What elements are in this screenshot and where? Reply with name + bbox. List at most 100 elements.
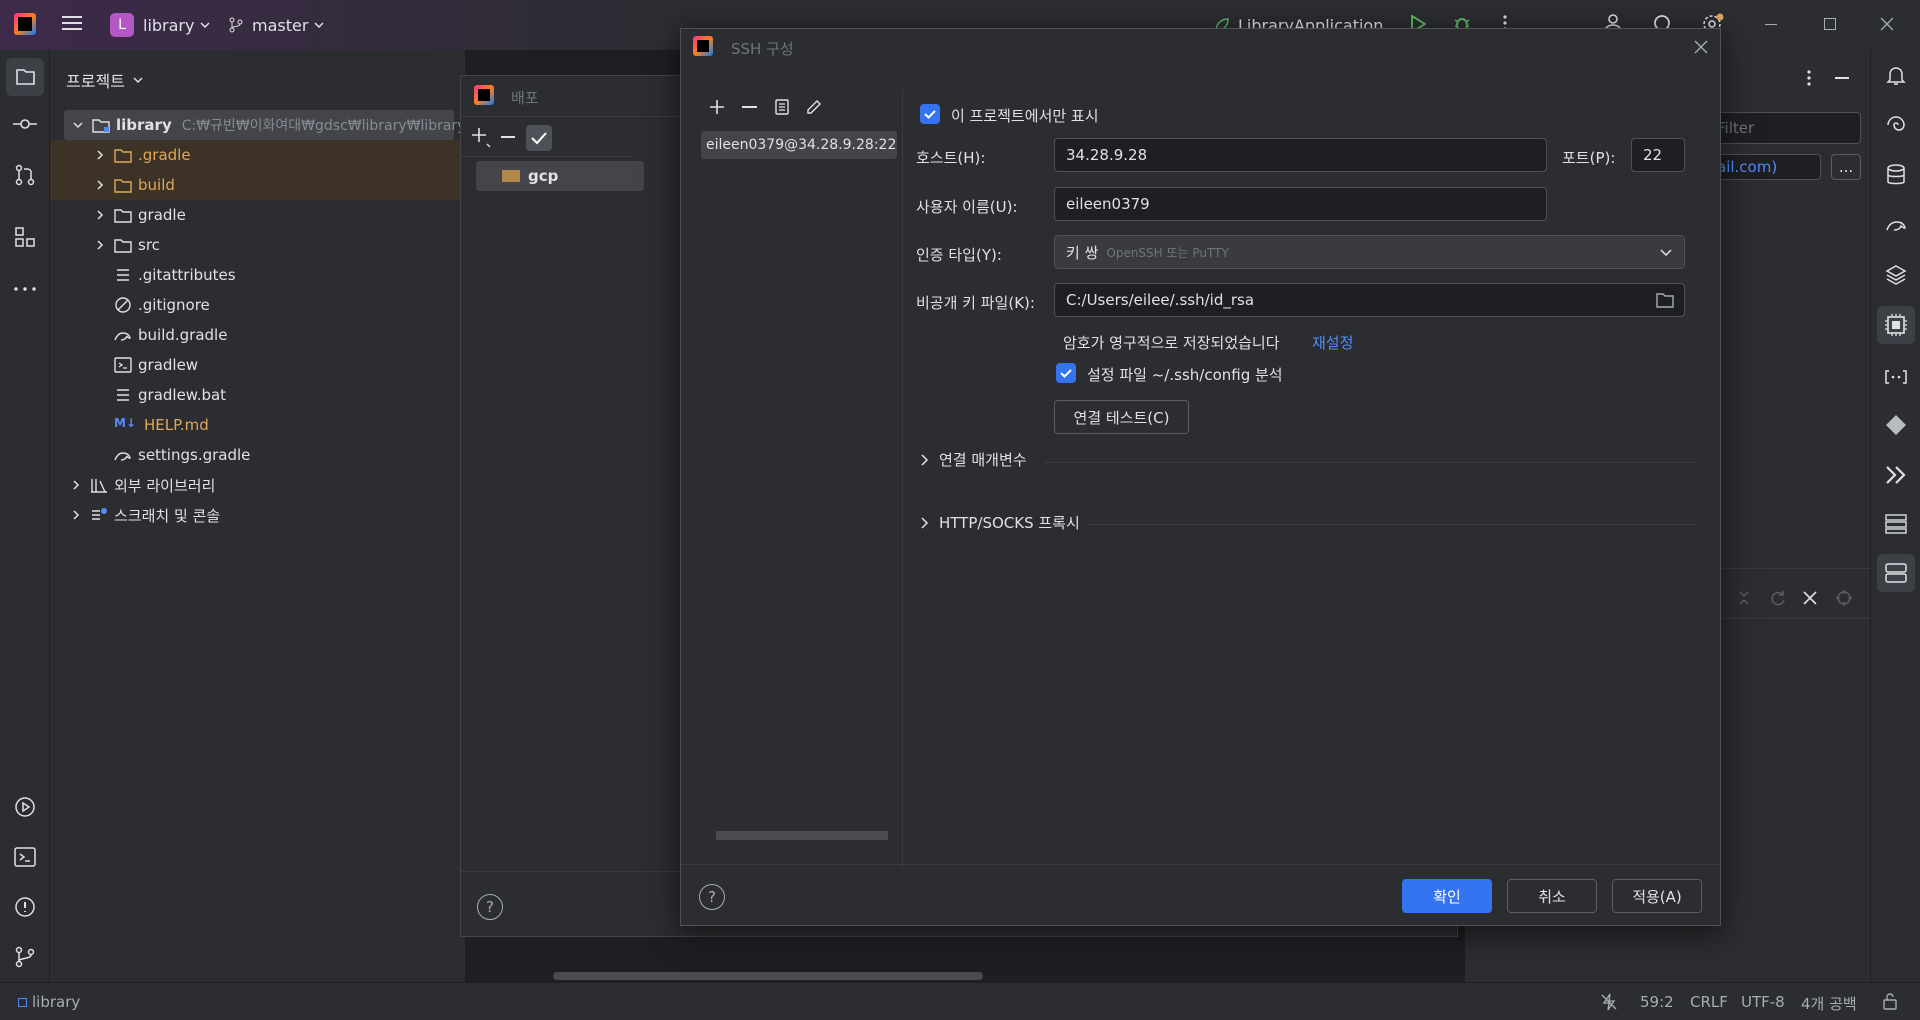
layers-icon[interactable] — [1885, 264, 1907, 286]
more-button[interactable]: ... — [1831, 154, 1861, 180]
chevron-right-icon — [92, 207, 108, 223]
structure-icon[interactable] — [14, 226, 36, 248]
tree-item-gradle-dir[interactable]: .gradle — [50, 140, 465, 170]
tree-item-help-md[interactable]: M↓ HELP.md — [50, 410, 465, 440]
apply-button[interactable]: 적용(A) — [1612, 879, 1702, 913]
connection-params-section[interactable]: 연결 매개변수 — [921, 449, 1027, 470]
database-icon[interactable] — [1886, 164, 1906, 186]
tree-item-gradlew-bat[interactable]: gradlew.bat — [50, 380, 465, 410]
project-panel-header[interactable]: 프로젝트 — [66, 68, 143, 92]
tree-item-gradle[interactable]: gradle — [50, 200, 465, 230]
username-input[interactable]: eileen0379 — [1054, 187, 1547, 221]
terminal-icon[interactable] — [14, 846, 36, 868]
editor-scrollbar[interactable] — [553, 972, 983, 980]
maximize-icon[interactable] — [1824, 18, 1836, 30]
default-check-icon[interactable] — [526, 125, 552, 151]
auth-type-select[interactable]: 키 쌍 OpenSSH 또는 PuTTY — [1054, 235, 1685, 269]
host-input[interactable]: 34.28.9.28 — [1054, 138, 1547, 172]
commit-icon[interactable] — [13, 116, 37, 132]
tree-item-build-gradle[interactable]: build.gradle — [50, 320, 465, 350]
remote-host-icon[interactable] — [1877, 306, 1915, 344]
main-menu-icon[interactable] — [62, 15, 82, 31]
server-item-gcp[interactable]: gcp — [476, 161, 644, 191]
deploy-arrows-icon[interactable] — [1885, 464, 1907, 486]
private-key-input[interactable]: C:/Users/eilee/.ssh/id_rsa — [1054, 283, 1685, 317]
proxy-section[interactable]: HTTP/SOCKS 프록시 — [921, 512, 1080, 533]
auth-type-hint: OpenSSH 또는 PuTTY — [1106, 245, 1229, 260]
diamond-tool-icon[interactable] — [1885, 414, 1907, 436]
collapse-icon[interactable] — [1737, 590, 1751, 606]
minimize-icon[interactable] — [1765, 24, 1777, 25]
config-list-scrollbar[interactable] — [716, 831, 888, 840]
git-icon[interactable] — [14, 946, 36, 968]
module-icon — [18, 997, 27, 1007]
chevron-right-icon — [921, 453, 929, 466]
tree-item-label: build — [138, 176, 175, 194]
help-icon[interactable]: ? — [477, 894, 503, 920]
services-icon[interactable] — [14, 796, 36, 818]
refresh-icon[interactable] — [1770, 590, 1786, 606]
parse-config-checkbox[interactable] — [1056, 363, 1076, 383]
copy-config-icon[interactable] — [774, 99, 790, 115]
reset-link[interactable]: 재설정 — [1312, 332, 1353, 353]
tree-item-src[interactable]: src — [50, 230, 465, 260]
lock-icon[interactable] — [1882, 992, 1898, 1010]
tree-item-gradlew[interactable]: gradlew — [50, 350, 465, 380]
branch-name: master — [252, 15, 309, 35]
markdown-icon: M↓ — [114, 416, 136, 430]
port-input[interactable]: 22 — [1631, 138, 1685, 172]
hide-panel-icon[interactable] — [1835, 77, 1849, 79]
endpoints-icon[interactable] — [1885, 370, 1907, 384]
account-field[interactable]: ail.com) — [1705, 154, 1821, 180]
status-project[interactable]: library — [18, 993, 80, 1011]
more-tools-icon[interactable] — [14, 287, 36, 291]
list-panel-icon[interactable] — [1885, 514, 1907, 534]
project-tool-icon[interactable] — [6, 58, 44, 96]
caret-position[interactable]: 59:2 — [1640, 993, 1674, 1011]
close-icon[interactable] — [1694, 40, 1708, 54]
notifications-icon[interactable] — [1885, 64, 1907, 86]
file-encoding[interactable]: UTF-8 — [1741, 993, 1785, 1011]
ok-button[interactable]: 확인 — [1402, 879, 1492, 913]
more-actions-icon[interactable] — [1807, 70, 1811, 86]
indent-setting[interactable]: 4개 공백 — [1801, 993, 1857, 1014]
project-selector[interactable]: L library — [110, 12, 211, 38]
config-list-item[interactable]: eileen0379@34.28.9.28:22 키 — [701, 131, 897, 159]
close-icon[interactable] — [1803, 591, 1817, 605]
filter-input[interactable]: Filter — [1705, 112, 1861, 144]
app-logo-icon[interactable] — [14, 13, 36, 35]
locate-icon[interactable] — [1836, 590, 1852, 606]
tree-item-build-dir[interactable]: build — [50, 170, 465, 200]
config-entry-label: eileen0379@34.28.9.28:22 — [706, 137, 897, 153]
ignore-file-icon — [114, 296, 132, 314]
server-panel-icon[interactable] — [1877, 554, 1915, 592]
tree-item-settings-gradle[interactable]: settings.gradle — [50, 440, 465, 470]
edit-config-icon[interactable] — [806, 99, 822, 115]
tree-item-gitignore[interactable]: .gitignore — [50, 290, 465, 320]
pull-requests-icon[interactable] — [14, 164, 36, 186]
add-config-icon[interactable] — [709, 99, 725, 115]
remove-config-icon[interactable] — [742, 106, 757, 108]
add-icon[interactable] — [471, 126, 491, 148]
only-this-project-checkbox[interactable] — [920, 104, 940, 124]
folder-browse-icon[interactable] — [1656, 292, 1674, 308]
tree-item-scratches[interactable]: 스크래치 및 콘솔 — [50, 500, 465, 530]
branch-selector[interactable]: master — [228, 12, 324, 38]
problems-icon[interactable] — [14, 896, 36, 918]
remove-icon[interactable] — [501, 136, 515, 138]
test-connection-button[interactable]: 연결 테스트(C) — [1054, 400, 1189, 434]
cancel-button[interactable]: 취소 — [1507, 879, 1597, 913]
power-save-icon[interactable] — [1600, 993, 1618, 1011]
tree-root[interactable]: library C:₩규빈₩이화여대₩gdsc₩library₩library — [64, 110, 466, 140]
gradle-icon[interactable] — [1885, 214, 1907, 236]
ai-assistant-icon[interactable] — [1885, 114, 1907, 136]
tree-item-gitattributes[interactable]: .gitattributes — [50, 260, 465, 290]
folder-icon — [114, 206, 132, 224]
section-divider — [1086, 524, 1696, 525]
tree-item-external-libs[interactable]: 외부 라이브러리 — [50, 470, 465, 500]
close-window-icon[interactable] — [1880, 17, 1894, 31]
line-separator[interactable]: CRLF — [1690, 993, 1728, 1011]
section-label: 연결 매개변수 — [939, 451, 1027, 469]
panel-divider — [1705, 618, 1870, 619]
help-icon[interactable]: ? — [699, 884, 725, 910]
